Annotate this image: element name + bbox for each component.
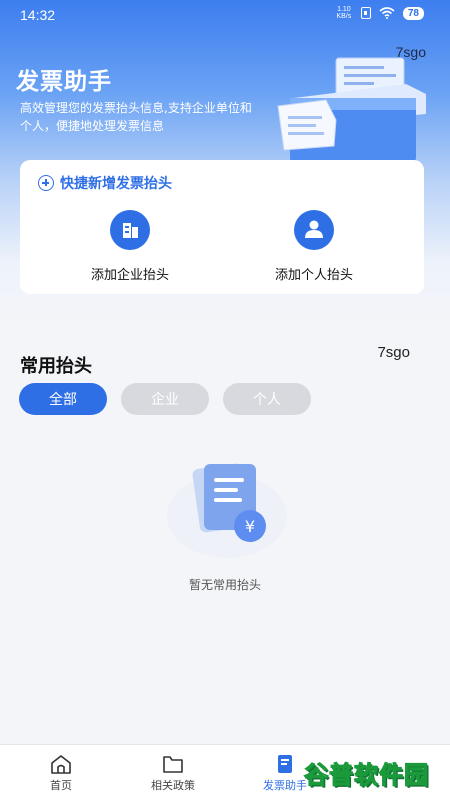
person-icon bbox=[294, 210, 334, 250]
home-icon bbox=[51, 755, 71, 774]
quick-add-card: 快捷新增发票抬头 添加企业抬头 添加个人抬头 bbox=[20, 160, 424, 294]
sim-icon bbox=[360, 7, 371, 19]
status-time: 14:32 bbox=[20, 7, 56, 23]
status-bar: 14:32 1.10 KB/s 78 bbox=[0, 0, 450, 30]
site-logo: 谷普软件园 bbox=[304, 754, 448, 790]
page-description: 高效管理您的发票抬头信息,支持企业单位和个人，便捷地处理发票信息 bbox=[20, 101, 252, 133]
page-title: 发票助手 bbox=[16, 69, 112, 95]
tab-policy[interactable]: 相关政策 bbox=[143, 753, 203, 793]
section-title: 常用抬头 bbox=[20, 356, 92, 377]
battery-indicator: 78 bbox=[402, 6, 424, 20]
add-person-header-button[interactable]: 添加个人抬头 bbox=[234, 210, 394, 283]
filter-company[interactable]: 企业 bbox=[121, 383, 209, 415]
filter-tabs: 全部 企业 个人 bbox=[19, 383, 311, 415]
add-company-header-button[interactable]: 添加企业抬头 bbox=[50, 210, 210, 283]
invoice-icon bbox=[278, 755, 292, 773]
invoice-printer-illustration bbox=[277, 57, 426, 162]
watermark: 7sgo bbox=[377, 344, 410, 361]
quick-add-header: 快捷新增发票抬头 bbox=[38, 173, 172, 193]
filter-person[interactable]: 个人 bbox=[223, 383, 311, 415]
add-company-label: 添加企业抬头 bbox=[90, 268, 169, 283]
tab-policy-label: 相关政策 bbox=[151, 779, 195, 792]
network-speed: 1.10 KB/s bbox=[336, 6, 352, 20]
quick-add-title: 快捷新增发票抬头 bbox=[60, 176, 172, 192]
building-icon bbox=[110, 210, 150, 250]
empty-state-text: 暂无常用抬头 bbox=[188, 578, 261, 592]
tab-home[interactable]: 首页 bbox=[41, 753, 81, 793]
status-icons: 1.10 KB/s 78 bbox=[335, 6, 424, 20]
add-person-label: 添加个人抬头 bbox=[274, 268, 353, 283]
wifi-icon bbox=[379, 7, 395, 19]
filter-all[interactable]: 全部 bbox=[19, 383, 107, 415]
svg-text:¥: ¥ bbox=[245, 517, 255, 536]
empty-document-illustration: ¥ bbox=[167, 463, 287, 558]
plus-circle-icon bbox=[38, 175, 54, 191]
tab-home-label: 首页 bbox=[50, 779, 72, 792]
folder-icon bbox=[163, 756, 183, 773]
site-logo-text: 谷普软件园 bbox=[304, 760, 429, 789]
